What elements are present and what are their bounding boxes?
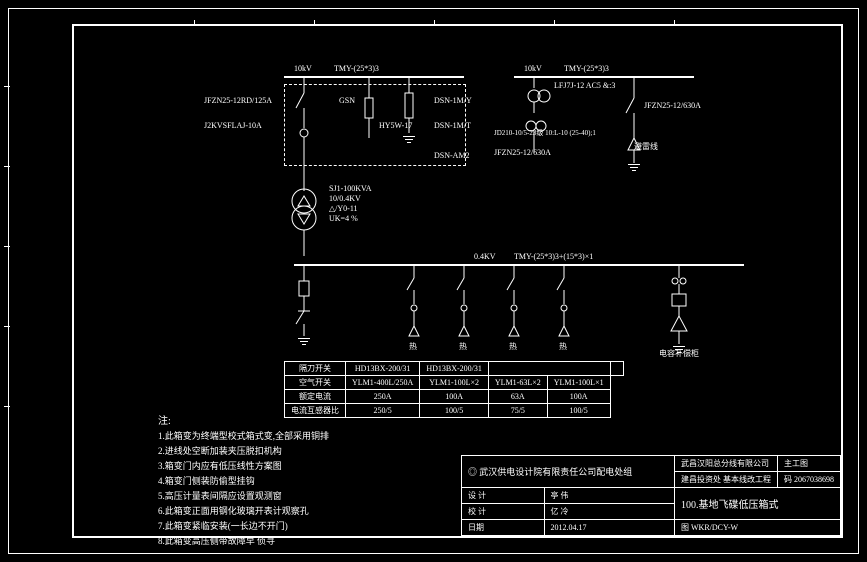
outlet-1: 热 xyxy=(409,341,417,352)
hv-cabinet-outline xyxy=(284,84,466,166)
spec-table: 隔刀开关HD13BX-200/31HD13BX-200/31空气开关YLM1-4… xyxy=(284,361,624,418)
bus-10kv-left-spec: TMY-(25*3)3 xyxy=(334,64,379,73)
transformer-symbol xyxy=(284,186,324,256)
xfmr-conn: △/Y0-11 xyxy=(329,204,358,213)
designer: 亭 伟 xyxy=(544,488,674,504)
note-7: 7.此箱变紧临安装(一长边不开门) xyxy=(158,519,329,534)
bus-04kv-voltage: 0.4KV xyxy=(474,252,496,261)
spec-cell: 隔刀开关 xyxy=(285,362,346,376)
code: 码 2067038698 xyxy=(778,472,841,488)
spec-cell: 250/5 xyxy=(346,404,420,418)
spec-cell: YLM1-400L/250A xyxy=(346,376,420,390)
breaker-1-label: JFZN25-12RD/125A xyxy=(204,96,272,105)
xfmr-model: SJ1-100KVA xyxy=(329,184,372,193)
designed-lbl: 设 计 xyxy=(462,488,545,504)
project-name: 100.基地飞碟低压箱式 xyxy=(675,488,841,520)
spec-cell: 100/5 xyxy=(420,404,489,418)
inner-frame: 10kV TMY-(25*3)3 10kV TMY-(25*3)3 JFZN25… xyxy=(72,24,843,538)
bilei-label: 避雷线 xyxy=(634,141,658,152)
spec-cell xyxy=(488,362,610,376)
note-6: 6.此箱变正面用钢化玻璃开表计观察孔 xyxy=(158,504,329,519)
spec-cell xyxy=(610,362,623,376)
spec-cell: YLM1-100L×2 xyxy=(420,376,489,390)
main-drawing: 主工图 xyxy=(778,456,841,472)
cad-page: 10kV TMY-(25*3)3 10kV TMY-(25*3)3 JFZN25… xyxy=(0,0,867,562)
note-4: 4.箱变门侧装防偷型挂钩 xyxy=(158,474,329,489)
date-val: 2012.04.17 xyxy=(544,520,674,536)
breaker-3-label: JFZN25-12/630A xyxy=(644,101,701,110)
date-lbl: 日期 xyxy=(462,520,545,536)
outlet-4: 热 xyxy=(559,341,567,352)
outlet-3: 热 xyxy=(509,341,517,352)
bus-10kv-right-spec: TMY-(25*3)3 xyxy=(564,64,609,73)
spec-cell: 100A xyxy=(420,390,489,404)
bus-10kv-right-voltage: 10kV xyxy=(524,64,542,73)
spec-cell: HD13BX-200/31 xyxy=(420,362,489,376)
drawing-no: 图 WKR/DCY-W xyxy=(675,520,841,536)
xfmr-ratio: 10/0.4KV xyxy=(329,194,361,203)
jd-label: JD210-10/5-23级 10:L-10 (25-40);1 xyxy=(494,129,596,138)
capacitor-symbol xyxy=(664,266,694,351)
fuse-1-label: J2KVSFLAJ-10A xyxy=(204,121,262,130)
spec-cell: 100/5 xyxy=(547,404,610,418)
company-right: 武昌汉阳总分线有限公司 xyxy=(675,456,778,472)
bus-10kv-left-voltage: 10kV xyxy=(294,64,312,73)
company-logo-icon: ◎ xyxy=(468,467,479,477)
spec-cell: 250A xyxy=(346,390,420,404)
reviewer: 亿 冷 xyxy=(544,504,674,520)
note-3: 3.箱变门内应有低压线性方案图 xyxy=(158,459,329,474)
notes-block: 注: 1.此箱变为终端型校式箱式变,全部采用铜排 2.进线处空断加装夹压脱扣机构… xyxy=(158,414,329,490)
spec-cell: YLM1-63L×2 xyxy=(488,376,547,390)
outlet-2: 热 xyxy=(459,341,467,352)
note-8: 8.此箱变高压侧带故障早 侦寻 xyxy=(158,534,329,549)
lv-incoming-switch xyxy=(294,266,314,336)
xfmr-uk: UK=4 % xyxy=(329,214,358,223)
subcompany: 建昌投资处 基本线改工程 xyxy=(675,472,778,488)
bus-04kv-spec: TMY-(25*3)3+(15*3)×1 xyxy=(514,252,593,261)
title-block: ◎ 武汉供电设计院有限责任公司配电处组 武昌汉阳总分线有限公司 主工图 建昌投资… xyxy=(461,455,841,536)
lv-feeders xyxy=(404,266,604,346)
breaker-2-label: JFZN25-12/630A xyxy=(494,148,551,157)
note-1: 1.此箱变为终端型校式箱式变,全部采用铜排 xyxy=(158,429,329,444)
reviewed-lbl: 校 计 xyxy=(462,504,545,520)
note-2: 2.进线处空断加装夹压脱扣机构 xyxy=(158,444,329,459)
spec-cell: HD13BX-200/31 xyxy=(346,362,420,376)
schematic-diagram: 10kV TMY-(25*3)3 10kV TMY-(25*3)3 JFZN25… xyxy=(164,66,801,496)
spec-cell: 75/5 xyxy=(488,404,547,418)
spec-cell: YLM1-100L×1 xyxy=(547,376,610,390)
company-left: 武汉供电设计院有限责任公司配电处组 xyxy=(479,467,632,477)
note-5: 5.高压计量表间隔应设置观测窗 xyxy=(158,489,329,504)
spec-cell: 63A xyxy=(488,390,547,404)
spec-cell: 空气开关 xyxy=(285,376,346,390)
breaker-3-symbol xyxy=(624,78,644,168)
notes-title: 注: xyxy=(158,414,329,429)
lfjj-label: LFJ7J-12 AC5 &:3 xyxy=(554,81,615,90)
spec-cell: 额定电流 xyxy=(285,390,346,404)
spec-cell: 100A xyxy=(547,390,610,404)
